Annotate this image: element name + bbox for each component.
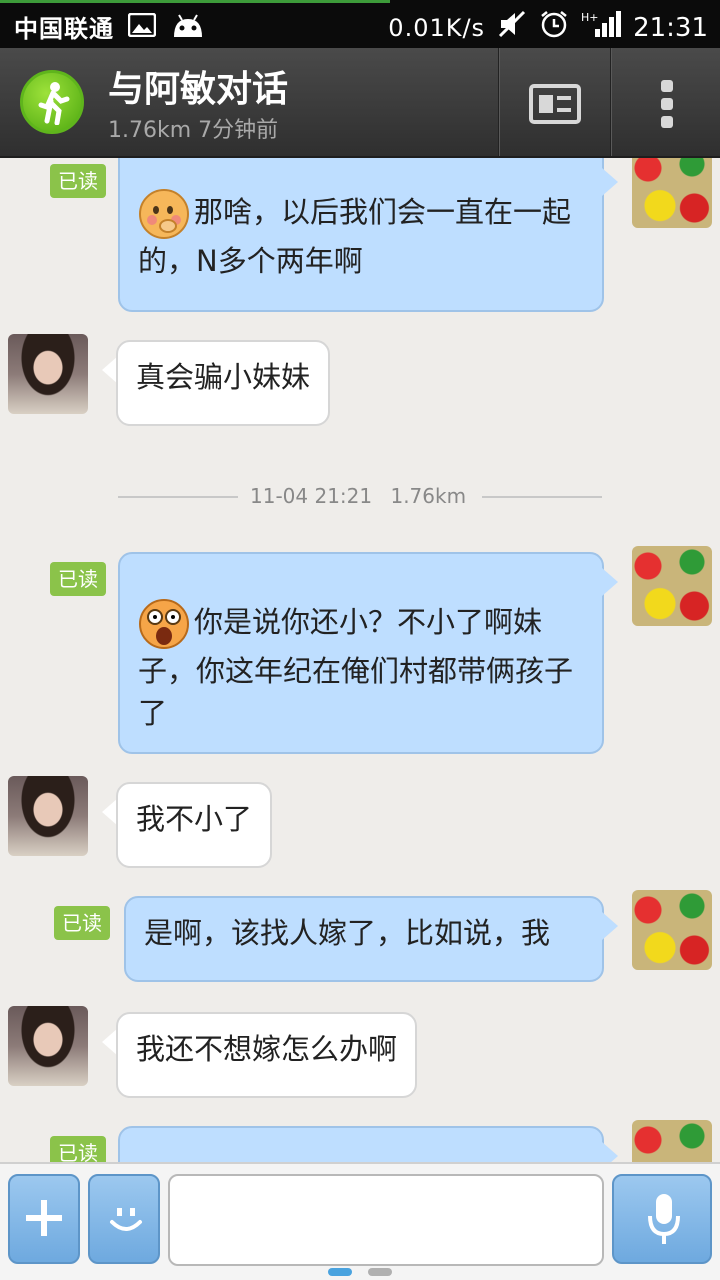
bubble-tail <box>602 1142 618 1162</box>
bubble-tail <box>602 568 618 596</box>
contact-card-icon <box>529 84 581 124</box>
divider-line-right <box>482 496 602 498</box>
message-bubble-sent[interactable]: 你是说你还小？不小了啊妹子，你这年纪在俺们村都带俩孩子了 <box>118 552 604 754</box>
chat-subtitle: 1.76km 7分钟前 <box>108 112 278 144</box>
read-status-badge: 已读 <box>54 906 110 940</box>
alarm-clock-icon <box>539 9 569 46</box>
message-bubble-received[interactable]: 我不小了 <box>116 782 273 868</box>
read-status-badge: 已读 <box>50 562 106 596</box>
message-text: 我不小了 <box>136 802 253 836</box>
more-options-button[interactable] <box>610 48 720 156</box>
read-status-badge: 已读 <box>50 1136 106 1162</box>
network-speed: 0.01K/s <box>388 13 486 42</box>
message-bubble-sent[interactable] <box>118 1126 604 1162</box>
shocked-face-emoji <box>138 598 190 650</box>
my-avatar[interactable] <box>632 546 712 626</box>
message-text: 你是说你还小？不小了啊妹子，你这年纪在俺们村都带俩孩子了 <box>138 605 574 730</box>
read-status-badge: 已读 <box>50 164 106 198</box>
message-text: 那啥，以后我们会一直在一起的，N多个两年啊 <box>138 195 572 278</box>
time-divider: 11-04 21:21 1.76km <box>250 484 466 508</box>
loading-progress-line <box>0 0 390 3</box>
chat-title: 与阿敏对话 <box>108 69 289 110</box>
attach-plus-button[interactable] <box>8 1174 80 1264</box>
carrier-name: 中国联通 <box>14 15 114 43</box>
bubble-tail <box>602 912 618 940</box>
more-vertical-icon <box>661 80 673 128</box>
microphone-icon <box>648 1194 680 1244</box>
message-bubble-received[interactable]: 真会骗小妹妹 <box>116 340 331 426</box>
message-bubble-sent[interactable]: 那啥，以后我们会一直在一起的，N多个两年啊 <box>118 158 604 312</box>
partner-avatar[interactable] <box>8 334 88 414</box>
page-indicator <box>368 1268 392 1276</box>
my-avatar[interactable] <box>632 1120 712 1162</box>
profile-card-button[interactable] <box>498 48 611 156</box>
message-text-input[interactable] <box>168 1174 604 1266</box>
bubble-tail <box>602 168 618 196</box>
message-text: 真会骗小妹妹 <box>136 360 311 394</box>
my-avatar[interactable] <box>632 158 712 228</box>
partner-last-seen: 7分钟前 <box>198 118 279 143</box>
chat-message-list[interactable]: 已读 那啥，以后我们会一直在一起的，N多个两年啊 真会骗小妹妹 11-04 21… <box>0 158 720 1162</box>
message-text: 我还不想嫁怎么办啊 <box>136 1032 398 1066</box>
my-avatar[interactable] <box>632 890 712 970</box>
divider-distance: 1.76km <box>390 484 467 508</box>
plus-icon <box>26 1200 62 1236</box>
shy-face-emoji <box>138 188 190 240</box>
image-notification-icon <box>127 12 157 41</box>
network-type-label: H+ <box>581 11 599 24</box>
emoji-button[interactable] <box>88 1174 160 1264</box>
signal-strength-icon: H+ <box>581 9 622 46</box>
status-left: 中国联通 <box>14 9 206 44</box>
divider-datetime: 11-04 21:21 <box>250 484 373 508</box>
input-bar <box>0 1162 720 1280</box>
voice-input-button[interactable] <box>612 1174 712 1264</box>
mute-icon <box>497 10 527 45</box>
status-bar: 中国联通 0.01K/s H+ 21:31 <box>0 0 720 48</box>
partner-distance: 1.76km <box>108 118 192 143</box>
message-bubble-received[interactable]: 我还不想嫁怎么办啊 <box>116 1012 418 1098</box>
chat-header: 与阿敏对话 1.76km 7分钟前 <box>0 48 720 158</box>
status-right: 0.01K/s H+ 21:31 <box>388 9 708 46</box>
partner-avatar[interactable] <box>8 1006 88 1086</box>
message-bubble-sent[interactable]: 是啊，该找人嫁了，比如说，我 <box>124 896 604 982</box>
partner-avatar[interactable] <box>8 776 88 856</box>
status-time: 21:31 <box>633 12 708 43</box>
message-text: 是啊，该找人嫁了，比如说，我 <box>144 916 551 950</box>
page-indicator-active <box>328 1268 352 1276</box>
smiley-icon <box>110 1208 142 1231</box>
android-notification-icon <box>170 11 206 43</box>
divider-line-left <box>118 496 238 498</box>
walking-person-icon[interactable] <box>20 70 84 134</box>
